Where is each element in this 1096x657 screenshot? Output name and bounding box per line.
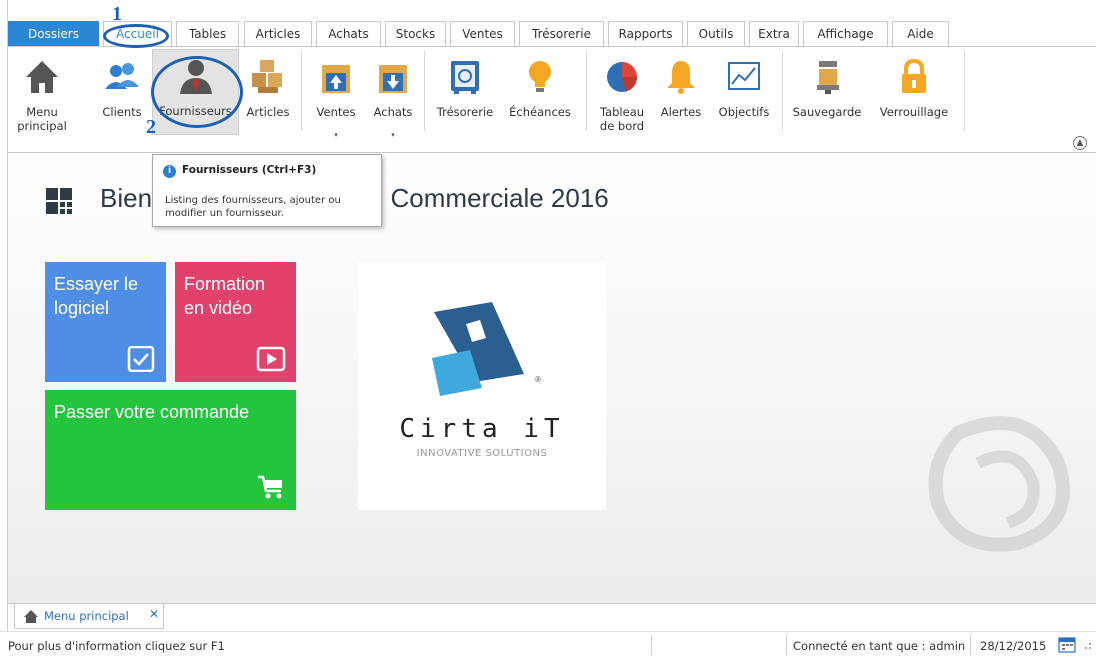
lock-icon (902, 58, 926, 93)
tab-achats[interactable]: Achats (316, 21, 381, 47)
logo-name: Cirta iT (399, 414, 565, 444)
annotation-ring-fournisseurs (151, 56, 243, 128)
tab-tables[interactable]: Tables (176, 21, 239, 47)
bell-icon (667, 61, 695, 94)
document-tab-strip: Menu principal ✕ (8, 603, 1096, 629)
alertes-label: Alertes (660, 105, 702, 119)
annotation-ring-accueil (103, 24, 169, 48)
tab-articles[interactable]: Articles (244, 21, 312, 47)
tresorerie-button[interactable]: Trésorerie (432, 51, 498, 139)
sales-box-icon (322, 65, 350, 93)
tooltip-title: Fournisseurs (Ctrl+F3) (182, 164, 317, 176)
ribbon-separator (424, 51, 425, 131)
ribbon-tab-bar: Dossiers Accueil Tables Articles Achats … (8, 21, 1096, 47)
ribbon-separator (782, 51, 783, 131)
annotation-number-1: 1 (112, 3, 122, 25)
tab-ventes[interactable]: Ventes (450, 21, 515, 47)
tooltip-description: Listing des fournisseurs, ajouter ou mod… (165, 195, 341, 219)
line-chart-icon (728, 62, 760, 90)
alertes-button[interactable]: Alertes (656, 51, 706, 139)
status-help-text: Pour plus d'information cliquez sur F1 (8, 639, 225, 653)
ribbon-collapse-button[interactable]: ▲ (1073, 136, 1087, 150)
pie-chart-icon (607, 62, 638, 92)
tab-dossiers[interactable]: Dossiers (8, 21, 99, 47)
ventes-button[interactable]: Ventes ▾ (311, 51, 361, 139)
fournisseurs-tooltip: i Fournisseurs (Ctrl+F3) Listing des fou… (152, 154, 382, 227)
play-icon (256, 346, 286, 372)
status-user: Connecté en tant que : admin (793, 639, 966, 653)
calendar-icon[interactable] (1058, 635, 1076, 653)
cirta-it-logo: ® Cirta iT INNOVATIVE SOLUTIONS (358, 262, 606, 510)
tab-affichage[interactable]: Affichage (803, 21, 888, 47)
cirta-it-logo-mark: ® (432, 302, 542, 396)
shopping-cart-icon (258, 475, 282, 499)
achats-button[interactable]: Achats ▾ (368, 51, 418, 139)
video-training-label: Formation en vidéo (184, 274, 266, 318)
watermark-logo-icon (928, 416, 1070, 552)
info-icon: i (163, 165, 176, 178)
objectifs-label: Objectifs (718, 105, 770, 119)
tresorerie-label: Trésorerie (436, 105, 494, 119)
registered-mark: ® (534, 375, 542, 384)
status-separator (970, 635, 971, 655)
tiles-grid-icon (46, 188, 72, 214)
tab-rapports[interactable]: Rapports (608, 21, 683, 47)
place-order-label: Passer votre commande (54, 402, 250, 422)
status-separator (786, 635, 787, 655)
status-bar: Pour plus d'information cliquez sur F1 C… (0, 631, 1096, 657)
annotation-number-2: 2 (146, 116, 156, 138)
achats-label: Achats (373, 105, 413, 119)
achats-dropdown-arrow: ▾ (391, 131, 395, 139)
doc-tab-label: Menu principal (44, 609, 129, 623)
verrouillage-label: Verrouillage (879, 105, 949, 119)
close-icon[interactable]: ✕ (149, 607, 159, 621)
try-software-label: Essayer le logiciel (54, 274, 139, 318)
tab-tresorerie[interactable]: Trésorerie (519, 21, 604, 47)
verrouillage-button[interactable]: Verrouillage (872, 51, 956, 139)
tab-aide[interactable]: Aide (892, 21, 949, 47)
echeances-label: Échéances (509, 105, 571, 119)
purchases-box-icon (379, 65, 407, 93)
tab-stocks[interactable]: Stocks (385, 21, 446, 47)
status-date: 28/12/2015 (980, 639, 1047, 653)
clients-icon (105, 63, 139, 89)
ribbon-separator (964, 51, 965, 131)
echeances-button[interactable]: Échéances (504, 51, 576, 139)
ribbon-separator (586, 51, 587, 131)
menu-principal-button[interactable]: Menu principal (12, 51, 72, 139)
backup-vise-icon (817, 61, 839, 94)
menu-principal-label: Menu principal (17, 105, 67, 133)
sauvegarde-label: Sauvegarde (792, 105, 862, 119)
resize-grip-icon[interactable] (1082, 642, 1092, 652)
boxes-icon (252, 60, 282, 93)
clients-button[interactable]: Clients (96, 51, 148, 139)
lightbulb-icon (529, 61, 551, 92)
tab-outils[interactable]: Outils (687, 21, 745, 47)
status-separator (651, 635, 652, 655)
home-icon (26, 61, 58, 93)
home-icon (24, 610, 38, 623)
logo-tagline: INNOVATIVE SOLUTIONS (416, 448, 548, 459)
doc-tab-menu-principal[interactable]: Menu principal ✕ (14, 604, 164, 629)
checkbox-icon (127, 346, 155, 372)
ribbon-separator (301, 51, 302, 131)
ventes-label: Ventes (316, 105, 356, 119)
articles-button[interactable]: Articles (243, 51, 293, 139)
ventes-dropdown-arrow: ▾ (334, 131, 338, 139)
articles-label: Articles (246, 105, 290, 119)
sauvegarde-button[interactable]: Sauvegarde (790, 51, 864, 139)
objectifs-button[interactable]: Objectifs (714, 51, 774, 139)
video-training-tile[interactable]: Formation en vidéo (175, 262, 296, 382)
safe-icon (451, 61, 479, 94)
clients-label: Clients (102, 105, 142, 119)
tableau-de-bord-button[interactable]: Tableau de bord (594, 51, 650, 139)
try-software-tile[interactable]: Essayer le logiciel (45, 262, 166, 382)
tab-extra[interactable]: Extra (749, 21, 799, 47)
tableau-de-bord-label: Tableau de bord (599, 105, 645, 133)
place-order-tile[interactable]: Passer votre commande (45, 390, 296, 510)
